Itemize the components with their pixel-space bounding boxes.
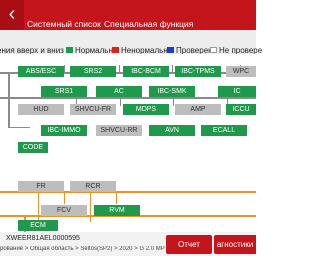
module-ic[interactable]: IC	[218, 86, 256, 97]
abnormal-swatch-icon	[112, 47, 119, 53]
checked-swatch-icon	[167, 47, 174, 53]
vin-text: XWEER81AEL0000595	[6, 235, 80, 242]
normal-swatch-icon	[66, 47, 73, 53]
branch-line	[172, 65, 173, 73]
module-ac[interactable]: AC	[96, 86, 142, 97]
module-srs1[interactable]: SRS1	[41, 86, 87, 97]
status-legend: ения вверх и вниз Нормально Ненормально …	[0, 30, 262, 55]
tab-special-function[interactable]: Специальная функция	[104, 19, 193, 29]
bus-line	[0, 97, 256, 99]
module-avn[interactable]: AVN	[149, 125, 195, 136]
network-topology[interactable]: ABS/ESC SRS2 IBC-BCM IBC-TPMS WPC SRS1 A…	[0, 54, 256, 232]
module-mdps[interactable]: MDPS	[123, 104, 169, 115]
orange-branch-line	[116, 191, 117, 204]
module-srs2[interactable]: SRS2	[70, 66, 116, 77]
orange-branch-line	[90, 190, 91, 222]
module-ecall[interactable]: ECALL	[201, 125, 247, 136]
module-rcr[interactable]: RCR	[70, 181, 116, 192]
module-wpc[interactable]: WPC	[226, 66, 256, 77]
module-shvcu-rr[interactable]: SHVCU-RR	[96, 125, 142, 136]
module-ibc-immo[interactable]: IBC-IMMO	[41, 125, 87, 136]
branch-line	[64, 65, 65, 73]
branch-line	[173, 97, 174, 106]
tab-system-list[interactable]: Системный список	[27, 19, 101, 29]
module-fcv[interactable]: FCV	[41, 205, 87, 216]
module-ibc-tpms[interactable]: IBC-TPMS	[175, 66, 221, 77]
module-abs-esc[interactable]: ABS/ESC	[18, 66, 64, 77]
branch-line	[120, 97, 121, 106]
module-amp[interactable]: AMP	[175, 104, 221, 115]
diagnostics-button[interactable]: агностики	[214, 235, 256, 254]
module-fr[interactable]: FR	[18, 181, 64, 192]
vehicle-info-bar: XWEER81AEL0000595 рование > Общая област…	[0, 232, 256, 256]
module-ibc-bcm[interactable]: IBC-BCM	[123, 66, 169, 77]
branch-line	[8, 127, 30, 128]
top-bar: ‹ Системный список Специальная функция	[0, 0, 256, 30]
unchecked-swatch-icon	[210, 47, 217, 53]
module-rvm[interactable]: RVM	[94, 205, 140, 216]
bus-line	[8, 72, 10, 128]
module-hud[interactable]: HUD	[18, 104, 64, 115]
module-code[interactable]: CODE	[18, 142, 48, 153]
branch-line	[119, 65, 120, 73]
orange-branch-line	[64, 191, 65, 204]
module-shvcu-fr[interactable]: SHVCU-FR	[70, 104, 116, 115]
orange-branch-line	[38, 190, 39, 222]
report-button[interactable]: Отчет	[166, 235, 212, 254]
back-icon[interactable]: ‹	[0, 0, 24, 30]
vehicle-path-breadcrumb: рование > Общая область > Seltos(SP2) > …	[0, 246, 165, 252]
module-ecm[interactable]: ECM	[18, 220, 58, 231]
module-iccu[interactable]: ICCU	[226, 104, 256, 115]
module-ibc-smk[interactable]: IBC-SMK	[149, 86, 195, 97]
